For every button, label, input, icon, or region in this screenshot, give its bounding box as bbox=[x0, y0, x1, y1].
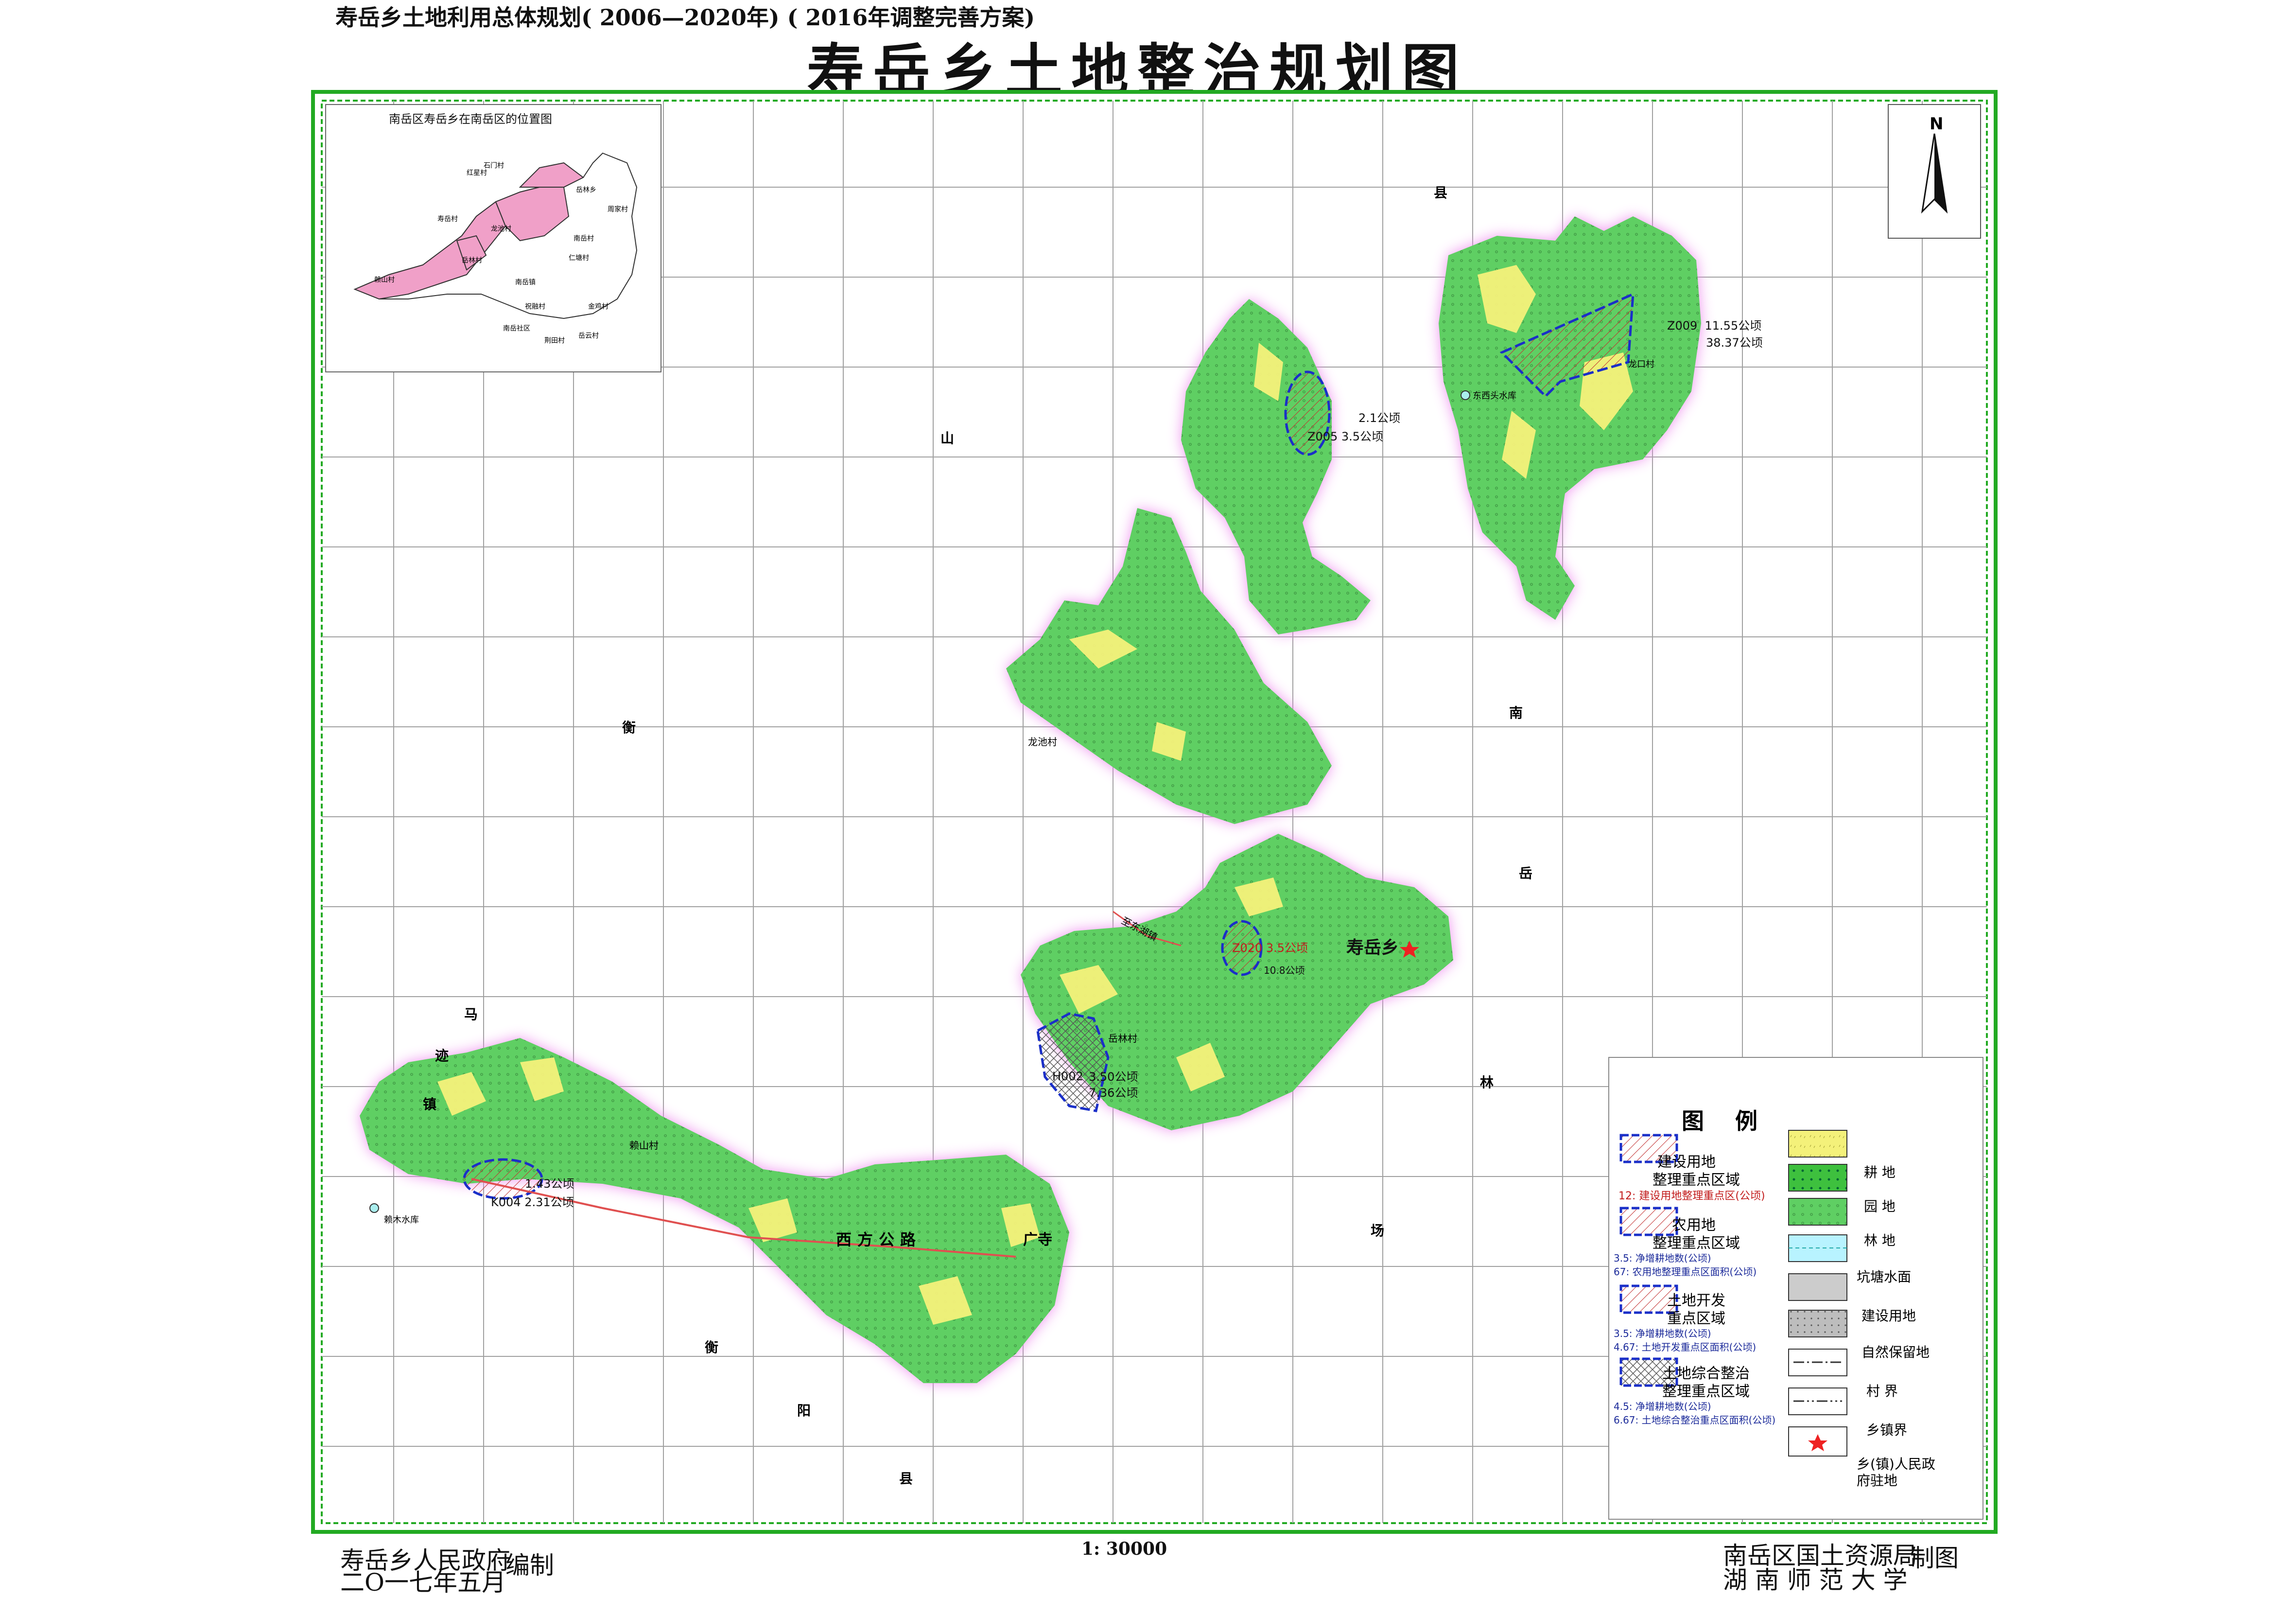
legend-landuse: 自然保留地 bbox=[1861, 1344, 1930, 1360]
legend-note: 12: 建设用地整理重点区(公顷) bbox=[1618, 1190, 1765, 1202]
legend-landuse: 村 界 bbox=[1866, 1383, 1898, 1399]
inset-label: 寿岳村 bbox=[437, 215, 458, 223]
zone-label: K004 2.31公顷 bbox=[491, 1195, 574, 1209]
legend-landuse: 坑塘水面 bbox=[1857, 1269, 1912, 1285]
road-label: 西方公路 bbox=[836, 1230, 922, 1249]
inset-label: 南岳镇 bbox=[515, 279, 536, 286]
inset-title: 南岳区寿岳乡在南岳区的位置图 bbox=[389, 112, 552, 126]
village-label: 岳林村 bbox=[1108, 1033, 1137, 1044]
legend-note: 4.67: 土地开发重点区面积(公顷) bbox=[1614, 1341, 1757, 1353]
temple-label: 广寺 bbox=[1023, 1231, 1052, 1248]
inset-label: 祝融村 bbox=[525, 303, 545, 311]
county-label: 林 bbox=[1480, 1074, 1494, 1090]
zone-label: Z009 11.55公顷 bbox=[1667, 319, 1762, 333]
county-label: 衡 bbox=[705, 1339, 719, 1355]
zone-label: 3.50公顷 bbox=[1089, 1070, 1138, 1084]
compile-date: 二O一七年五月 bbox=[340, 1568, 506, 1597]
village-label: 龙口村 bbox=[1628, 359, 1654, 369]
county-label: 山 bbox=[940, 430, 955, 446]
village-label: 赖山村 bbox=[629, 1140, 659, 1151]
zone-label: 38.37公顷 bbox=[1706, 336, 1763, 350]
map-canvas bbox=[311, 90, 1998, 1534]
zone-label: Z020 3.5公顷 bbox=[1232, 941, 1308, 955]
map-scale: 1: 30000 bbox=[1081, 1539, 1167, 1559]
inset-label: 周家村 bbox=[608, 206, 628, 213]
village-label: 龙池村 bbox=[1028, 736, 1057, 748]
inset-label: 南岳社区 bbox=[503, 325, 530, 333]
inset-label: 红星村 bbox=[467, 169, 487, 177]
county-label: 南 bbox=[1509, 705, 1523, 721]
legend-note: 3.5: 净增耕地数(公顷) bbox=[1614, 1328, 1711, 1339]
zone-label: 7.36公顷 bbox=[1089, 1086, 1138, 1100]
maker-org: 湖 南 师 范 大 学 bbox=[1723, 1566, 1908, 1594]
county-label: 镇 bbox=[423, 1096, 437, 1112]
zone-label: H002 bbox=[1052, 1070, 1083, 1083]
county-label: 马 bbox=[464, 1006, 478, 1022]
legend-note: 6.67: 土地综合整治重点区面积(公顷) bbox=[1614, 1414, 1776, 1426]
zone-label: 2.1公顷 bbox=[1358, 411, 1401, 425]
legend-box bbox=[1608, 1057, 1983, 1520]
legend-note: 4.5: 净增耕地数(公顷) bbox=[1614, 1401, 1711, 1412]
inset-label: 金鸡村 bbox=[588, 303, 609, 311]
inset-label: 荆田村 bbox=[544, 337, 565, 345]
reservoir-label: 赖木水库 bbox=[384, 1215, 419, 1225]
legend-item: 重点区域 bbox=[1667, 1310, 1725, 1327]
county-label: 县 bbox=[1434, 185, 1448, 201]
inset-label: 仁塘村 bbox=[569, 254, 589, 262]
reservoir-label: 东西头水库 bbox=[1473, 391, 1516, 401]
inset-label: 岳林乡 bbox=[576, 186, 596, 194]
zone-label: 10.8公顷 bbox=[1264, 965, 1305, 976]
county-label: 衡 bbox=[622, 720, 636, 736]
inset-label: 南岳村 bbox=[574, 235, 594, 243]
legend-item: 整理重点区域 bbox=[1652, 1235, 1740, 1252]
county-label: 场 bbox=[1371, 1223, 1385, 1239]
legend-landuse: 乡(镇)人民政府驻地 bbox=[1857, 1456, 1935, 1489]
county-label: 县 bbox=[899, 1471, 913, 1487]
inset-label: 龙池村 bbox=[491, 225, 511, 233]
inset-label: 岳云村 bbox=[578, 332, 599, 340]
maker-word: 制图 bbox=[1910, 1544, 1959, 1572]
legend-landuse: 乡镇界 bbox=[1866, 1422, 1908, 1438]
zone-label: Z005 3.5公顷 bbox=[1307, 430, 1384, 443]
location-inset bbox=[325, 104, 661, 372]
inset-label: 岳林村 bbox=[462, 257, 482, 264]
zone-label: 1.43公顷 bbox=[525, 1177, 574, 1191]
county-label: 迹 bbox=[435, 1048, 449, 1064]
legend-landuse: 林 地 bbox=[1864, 1232, 1896, 1248]
legend-landuse: 耕 地 bbox=[1864, 1164, 1896, 1180]
legend-note: 67: 农用地整理重点区面积(公顷) bbox=[1614, 1266, 1757, 1278]
township-label: 寿岳乡 bbox=[1346, 937, 1399, 958]
legend-note: 3.5: 净增耕地数(公顷) bbox=[1614, 1252, 1711, 1264]
inset-label: 赖山村 bbox=[374, 276, 395, 284]
legend-item: 整理重点区域 bbox=[1662, 1383, 1750, 1400]
legend-title: 图 例 bbox=[1682, 1108, 1758, 1134]
county-label: 阳 bbox=[797, 1403, 811, 1419]
legend-landuse: 建设用地 bbox=[1861, 1308, 1916, 1324]
compiler-word: 编制 bbox=[505, 1551, 554, 1580]
legend-landuse: 园 地 bbox=[1864, 1198, 1896, 1214]
county-label: 岳 bbox=[1519, 865, 1533, 881]
north-label: N bbox=[1930, 114, 1944, 134]
legend-item: 整理重点区域 bbox=[1652, 1172, 1740, 1189]
